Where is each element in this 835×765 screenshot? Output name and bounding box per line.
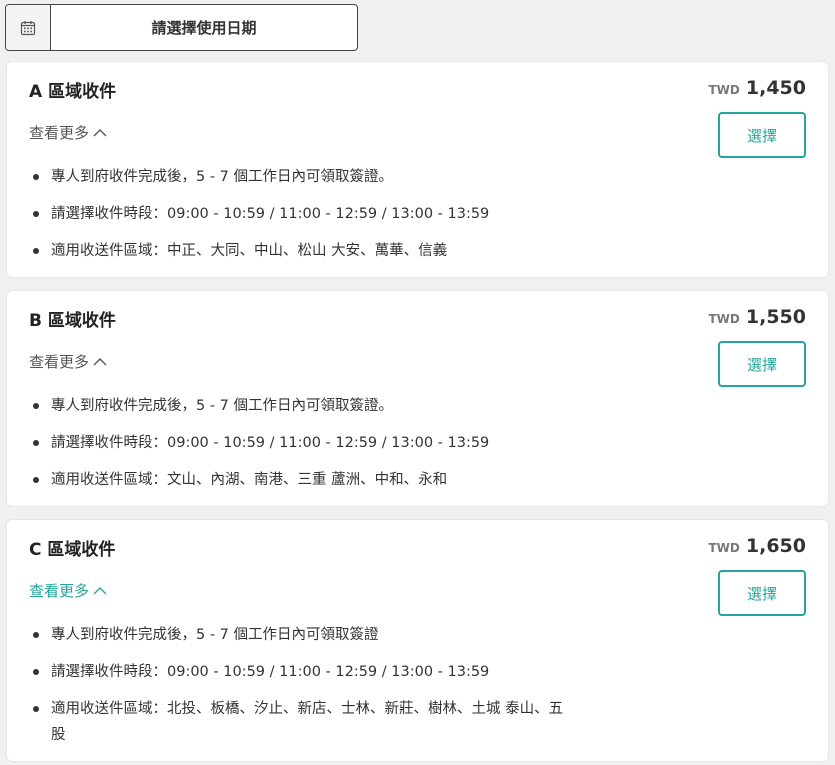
price-currency: TWD: [708, 312, 740, 326]
details-list: 專人到府收件完成後，5 - 7 個工作日內可領取簽證 請選擇收件時段：09:00…: [29, 622, 569, 759]
list-item: 專人到府收件完成後，5 - 7 個工作日內可領取簽證。: [29, 164, 489, 190]
date-picker-label[interactable]: 請選擇使用日期: [51, 5, 357, 50]
see-more-link[interactable]: 查看更多: [29, 122, 107, 143]
option-card-a: A 區域收件 查看更多 專人到府收件完成後，5 - 7 個工作日內可領取簽證。 …: [6, 61, 829, 278]
see-more-label[interactable]: 查看更多: [29, 122, 89, 143]
option-card-c: C 區域收件 查看更多 專人到府收件完成後，5 - 7 個工作日內可領取簽證 請…: [6, 519, 829, 762]
price-amount: 1,550: [745, 306, 806, 328]
list-item: 專人到府收件完成後，5 - 7 個工作日內可領取簽證: [29, 622, 569, 648]
select-button[interactable]: 選擇: [718, 341, 806, 387]
select-button[interactable]: 選擇: [718, 570, 806, 616]
price-amount: 1,450: [745, 77, 806, 99]
price-amount: 1,650: [745, 535, 806, 557]
date-picker[interactable]: 請選擇使用日期: [5, 4, 358, 51]
list-item: 適用收送件區域：北投、板橋、汐止、新店、士林、新莊、樹林、土城 泰山、五股: [29, 696, 569, 748]
details-list: 專人到府收件完成後，5 - 7 個工作日內可領取簽證。 請選擇收件時段：09:0…: [29, 393, 489, 504]
select-button[interactable]: 選擇: [718, 112, 806, 158]
list-item: 專人到府收件完成後，5 - 7 個工作日內可領取簽證。: [29, 393, 489, 419]
see-more-link[interactable]: 查看更多: [29, 580, 107, 601]
see-more-label[interactable]: 查看更多: [29, 580, 89, 601]
card-title: C 區域收件: [29, 540, 116, 560]
option-card-b: B 區域收件 查看更多 專人到府收件完成後，5 - 7 個工作日內可領取簽證。 …: [6, 290, 829, 507]
calendar-icon[interactable]: [6, 5, 51, 50]
price-currency: TWD: [708, 83, 740, 97]
price: TWD 1,450: [709, 77, 807, 99]
chevron-up-icon[interactable]: [93, 586, 107, 596]
details-list: 專人到府收件完成後，5 - 7 個工作日內可領取簽證。 請選擇收件時段：09:0…: [29, 164, 489, 275]
list-item: 請選擇收件時段：09:00 - 10:59 / 11:00 - 12:59 / …: [29, 430, 489, 456]
list-item: 請選擇收件時段：09:00 - 10:59 / 11:00 - 12:59 / …: [29, 201, 489, 227]
see-more-link[interactable]: 查看更多: [29, 351, 107, 372]
chevron-up-icon[interactable]: [93, 357, 107, 367]
card-title: A 區域收件: [29, 82, 117, 102]
price: TWD 1,650: [709, 535, 807, 557]
see-more-label[interactable]: 查看更多: [29, 351, 89, 372]
card-title: B 區域收件: [29, 311, 116, 331]
chevron-up-icon[interactable]: [93, 128, 107, 138]
list-item: 適用收送件區域：中正、大同、中山、松山 大安、萬華、信義: [29, 238, 489, 264]
price: TWD 1,550: [709, 306, 807, 328]
list-item: 請選擇收件時段：09:00 - 10:59 / 11:00 - 12:59 / …: [29, 659, 569, 685]
list-item: 適用收送件區域：文山、內湖、南港、三重 蘆洲、中和、永和: [29, 467, 489, 493]
price-currency: TWD: [708, 541, 740, 555]
